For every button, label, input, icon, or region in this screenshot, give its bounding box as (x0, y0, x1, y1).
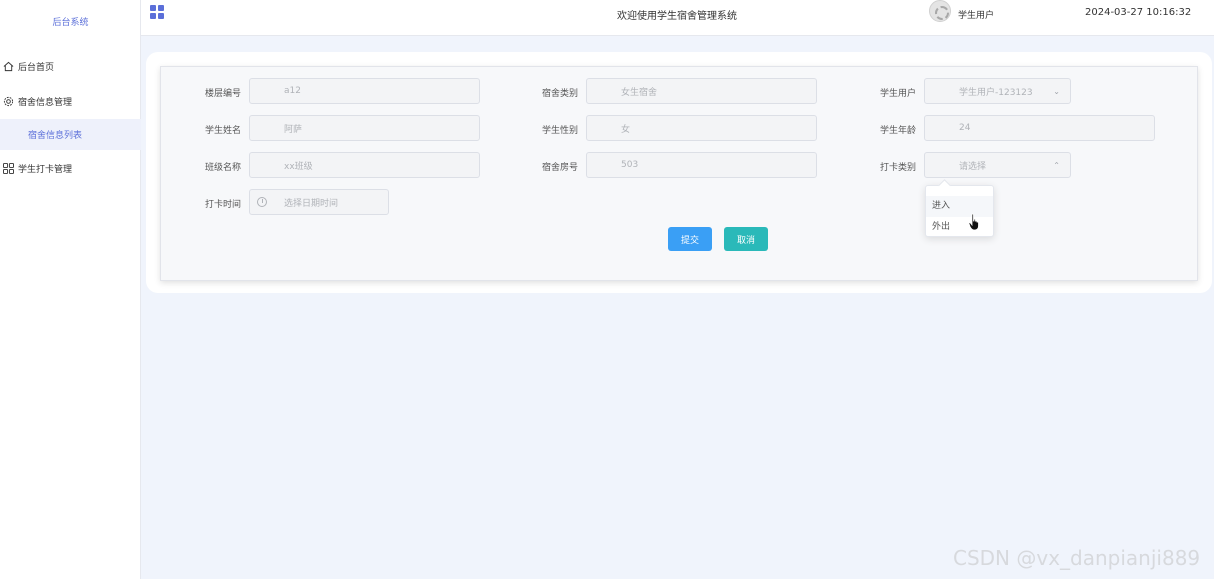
checkin-type-select[interactable]: 请选择 ⌃ (924, 152, 1071, 178)
chevron-up-icon: ⌃ (1053, 161, 1060, 170)
watermark: CSDN @vx_danpianji889 (953, 546, 1201, 570)
menu-toggle-icon[interactable] (150, 5, 164, 19)
field-placeholder: 选择日期时间 (284, 198, 339, 209)
sidebar-item-label: 后台首页 (18, 62, 55, 73)
class-name-input[interactable]: xx班级 (249, 152, 480, 178)
checkin-time-label: 打卡时间 (204, 200, 241, 210)
student-gender-input[interactable]: 女 (586, 115, 817, 141)
cancel-button[interactable]: 取消 (724, 227, 768, 251)
student-age-input[interactable]: 24 (924, 115, 1155, 141)
grid-icon (2, 162, 14, 174)
room-number-input[interactable]: 503 (586, 152, 817, 178)
student-user-select[interactable]: 学生用户-123123 ⌄ (924, 78, 1071, 104)
checkin-type-label: 打卡类别 (879, 163, 916, 173)
sidebar-item-dorm-management[interactable]: 宿舍信息管理 (0, 85, 141, 117)
student-gender-label: 学生性别 (541, 126, 578, 136)
current-datetime: 2024-03-27 10:16:32 (1085, 7, 1192, 18)
field-value: a12 (284, 86, 301, 96)
sidebar-item-label: 宿舍信息管理 (18, 97, 73, 108)
home-icon (2, 60, 14, 72)
student-age-label: 学生年龄 (879, 126, 916, 136)
user-name[interactable]: 学生用户 (958, 8, 994, 21)
floor-number-input[interactable]: a12 (249, 78, 480, 104)
brand-title: 后台系统 (52, 18, 89, 28)
dropdown-option-enter[interactable]: 进入 (926, 196, 993, 217)
field-value: 503 (621, 160, 639, 170)
field-value: 阿萨 (284, 124, 303, 135)
dorm-type-input[interactable]: 女生宿舍 (586, 78, 817, 104)
student-name-input[interactable]: 阿萨 (249, 115, 480, 141)
field-value: 女 (621, 124, 631, 135)
field-value: 学生用户-123123 (959, 87, 1033, 98)
hand-cursor-icon (968, 213, 979, 231)
sidebar-item-home[interactable]: 后台首页 (0, 50, 141, 82)
class-name-label: 班级名称 (204, 163, 241, 173)
field-value: 24 (959, 123, 971, 133)
avatar[interactable] (929, 0, 951, 22)
student-name-label: 学生姓名 (204, 126, 241, 136)
field-placeholder: 请选择 (959, 161, 987, 172)
page-title: 欢迎使用学生宿舍管理系统 (617, 11, 737, 22)
sidebar-item-checkin-management[interactable]: 学生打卡管理 (0, 152, 141, 184)
sidebar-item-dorm-list[interactable]: 宿舍信息列表 (0, 119, 141, 150)
field-value: xx班级 (284, 161, 313, 172)
sidebar: 后台系统 后台首页 宿舍信息管理 宿舍信息列表 学生打卡管理 (0, 0, 141, 579)
submit-button[interactable]: 提交 (668, 227, 712, 251)
sidebar-item-label: 学生打卡管理 (18, 164, 73, 175)
floor-number-label: 楼层编号 (204, 89, 241, 99)
sidebar-item-label: 宿舍信息列表 (28, 131, 83, 141)
checkin-type-dropdown: 进入 外出 (925, 185, 994, 237)
field-value: 女生宿舍 (621, 87, 658, 98)
clock-icon (257, 197, 267, 207)
room-number-label: 宿舍房号 (541, 163, 578, 173)
gear-icon (2, 95, 14, 107)
checkin-time-picker[interactable]: 选择日期时间 (249, 189, 389, 215)
dropdown-option-exit[interactable]: 外出 (926, 217, 993, 238)
dorm-type-label: 宿舍类别 (541, 89, 578, 99)
top-header: 欢迎使用学生宿舍管理系统 学生用户 2024-03-27 10:16:32 (141, 0, 1214, 36)
student-user-label: 学生用户 (879, 89, 916, 99)
chevron-down-icon: ⌄ (1053, 87, 1060, 96)
